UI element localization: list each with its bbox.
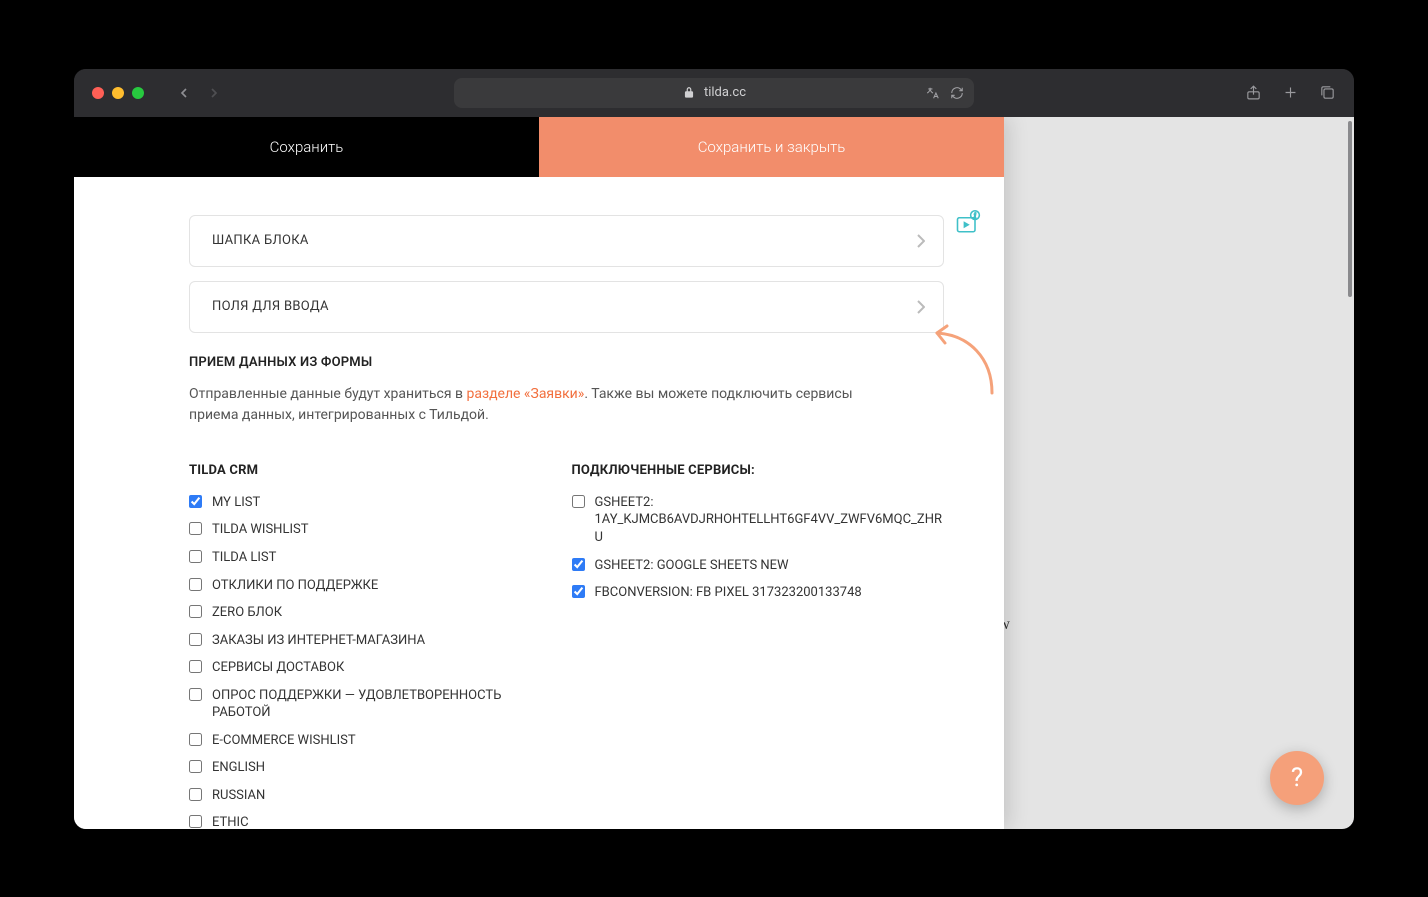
maximize-window-button[interactable]	[132, 87, 144, 99]
crm-item-checkbox[interactable]	[189, 660, 202, 673]
crm-item-row[interactable]: ENGLISH	[189, 759, 562, 777]
save-and-close-button-label: Сохранить и закрыть	[698, 138, 846, 156]
service-item-label: GSHEET2: GOOGLE SHEETS NEW	[595, 557, 789, 575]
service-item-row[interactable]: GSHEET2: GOOGLE SHEETS NEW	[572, 557, 945, 575]
connected-services-heading: ПОДКЛЮЧЕННЫЕ СЕРВИСЫ:	[572, 463, 945, 478]
crm-item-row[interactable]: ЗАКАЗЫ ИЗ ИНТЕРНЕТ-МАГАЗИНА	[189, 632, 562, 650]
panel-tabs: Сохранить Сохранить и закрыть	[74, 117, 1004, 177]
scrollbar-thumb[interactable]	[1348, 121, 1352, 297]
crm-item-label: MY LIST	[212, 494, 260, 512]
connected-services-list: GSHEET2: 1AY_KJMCB6AVDJRHOHTELLHT6GF4VV_…	[572, 494, 945, 602]
crm-item-row[interactable]: TILDA LIST	[189, 549, 562, 567]
crm-item-row[interactable]: СЕРВИСЫ ДОСТАВОК	[189, 659, 562, 677]
crm-item-label: ЗАКАЗЫ ИЗ ИНТЕРНЕТ-МАГАЗИНА	[212, 632, 425, 650]
crm-item-checkbox[interactable]	[189, 788, 202, 801]
crm-item-row[interactable]: ZERO БЛОК	[189, 604, 562, 622]
crm-item-row[interactable]: E-COMMERCE WISHLIST	[189, 732, 562, 750]
share-icon[interactable]	[1245, 84, 1262, 101]
close-window-button[interactable]	[92, 87, 104, 99]
help-chat-label: ?	[1291, 763, 1303, 793]
back-button[interactable]	[176, 85, 192, 101]
save-button-label: Сохранить	[270, 138, 344, 156]
crm-item-checkbox[interactable]	[189, 733, 202, 746]
crm-item-row[interactable]: ОТКЛИКИ ПО ПОДДЕРЖКЕ	[189, 577, 562, 595]
leads-link[interactable]: разделе «Заявки»	[466, 386, 584, 402]
crm-item-label: ОПРОС ПОДДЕРЖКИ — УДОВЛЕТВОРЕННОСТЬ РАБО…	[212, 687, 562, 722]
crm-item-checkbox[interactable]	[189, 522, 202, 535]
save-button[interactable]: Сохранить	[74, 117, 539, 177]
crm-item-row[interactable]: TILDA WISHLIST	[189, 521, 562, 539]
service-item-row[interactable]: GSHEET2: 1AY_KJMCB6AVDJRHOHTELLHT6GF4VV_…	[572, 494, 945, 547]
accordion-block-header[interactable]: ШАПКА БЛОКА	[189, 215, 944, 267]
crm-item-row[interactable]: RUSSIAN	[189, 787, 562, 805]
translate-icon[interactable]	[926, 86, 940, 100]
service-item-label: GSHEET2: 1AY_KJMCB6AVDJRHOHTELLHT6GF4VV_…	[595, 494, 945, 547]
service-item-checkbox[interactable]	[572, 585, 585, 598]
crm-item-checkbox[interactable]	[189, 633, 202, 646]
chevron-right-icon	[917, 300, 925, 314]
form-data-description: Отправленные данные будут храниться в ра…	[189, 384, 889, 427]
service-item-checkbox[interactable]	[572, 558, 585, 571]
crm-item-row[interactable]: MY LIST	[189, 494, 562, 512]
tilda-crm-list: MY LIST TILDA WISHLIST TILDA LIST ОТКЛИКИ П…	[189, 494, 562, 829]
crm-item-label: TILDA WISHLIST	[212, 521, 308, 539]
chevron-right-icon	[917, 234, 925, 248]
tilda-crm-heading: TILDA CRM	[189, 463, 562, 478]
form-data-heading: ПРИЕМ ДАННЫХ ИЗ ФОРМЫ	[189, 355, 944, 370]
crm-item-label: E-COMMERCE WISHLIST	[212, 732, 356, 750]
new-tab-icon[interactable]	[1282, 84, 1299, 101]
panel-scroll-area[interactable]: i ШАПКА БЛОКА ПОЛЯ ДЛЯ ВВОДА	[74, 177, 1004, 829]
minimize-window-button[interactable]	[112, 87, 124, 99]
help-chat-button[interactable]: ?	[1270, 751, 1324, 805]
help-video-icon[interactable]: i	[954, 209, 982, 237]
crm-item-checkbox[interactable]	[189, 760, 202, 773]
service-item-label: FBCONVERSION: FB PIXEL 317323200133748	[595, 584, 862, 602]
accordion-block-header-label: ШАПКА БЛОКА	[212, 233, 309, 248]
crm-item-label: ENGLISH	[212, 759, 265, 777]
crm-item-label: ZERO БЛОК	[212, 604, 282, 622]
page-viewport: mic status, e mpany's for new ? Сохранит…	[74, 117, 1354, 829]
crm-item-label: СЕРВИСЫ ДОСТАВОК	[212, 659, 344, 677]
service-item-row[interactable]: FBCONVERSION: FB PIXEL 317323200133748	[572, 584, 945, 602]
crm-item-row[interactable]: ОПРОС ПОДДЕРЖКИ — УДОВЛЕТВОРЕННОСТЬ РАБО…	[189, 687, 562, 722]
traffic-lights	[92, 87, 144, 99]
crm-item-label: TILDA LIST	[212, 549, 276, 567]
page-scrollbar[interactable]	[1348, 121, 1352, 825]
crm-item-checkbox[interactable]	[189, 605, 202, 618]
crm-item-checkbox[interactable]	[189, 550, 202, 563]
crm-item-label: RUSSIAN	[212, 787, 265, 805]
crm-item-checkbox[interactable]	[189, 578, 202, 591]
crm-item-label: ОТКЛИКИ ПО ПОДДЕРЖКЕ	[212, 577, 378, 595]
tabs-overview-icon[interactable]	[1319, 84, 1336, 101]
crm-item-checkbox[interactable]	[189, 495, 202, 508]
editor-panel: Сохранить Сохранить и закрыть i ШАПКА БЛ…	[74, 117, 1004, 829]
crm-item-checkbox[interactable]	[189, 815, 202, 828]
browser-window: tilda.cc mic status, e mpany's for new ?	[74, 69, 1354, 829]
save-and-close-button[interactable]: Сохранить и закрыть	[539, 117, 1004, 177]
lock-icon	[682, 86, 696, 100]
accordion-input-fields[interactable]: ПОЛЯ ДЛЯ ВВОДА	[189, 281, 944, 333]
forward-button[interactable]	[206, 85, 222, 101]
reload-icon[interactable]	[950, 86, 964, 100]
crm-item-row[interactable]: ETHIC	[189, 814, 562, 828]
service-item-checkbox[interactable]	[572, 495, 585, 508]
address-bar-domain: tilda.cc	[704, 85, 746, 100]
crm-item-checkbox[interactable]	[189, 688, 202, 701]
titlebar: tilda.cc	[74, 69, 1354, 117]
accordion-input-fields-label: ПОЛЯ ДЛЯ ВВОДА	[212, 299, 329, 314]
address-bar[interactable]: tilda.cc	[454, 78, 974, 108]
crm-item-label: ETHIC	[212, 814, 249, 828]
